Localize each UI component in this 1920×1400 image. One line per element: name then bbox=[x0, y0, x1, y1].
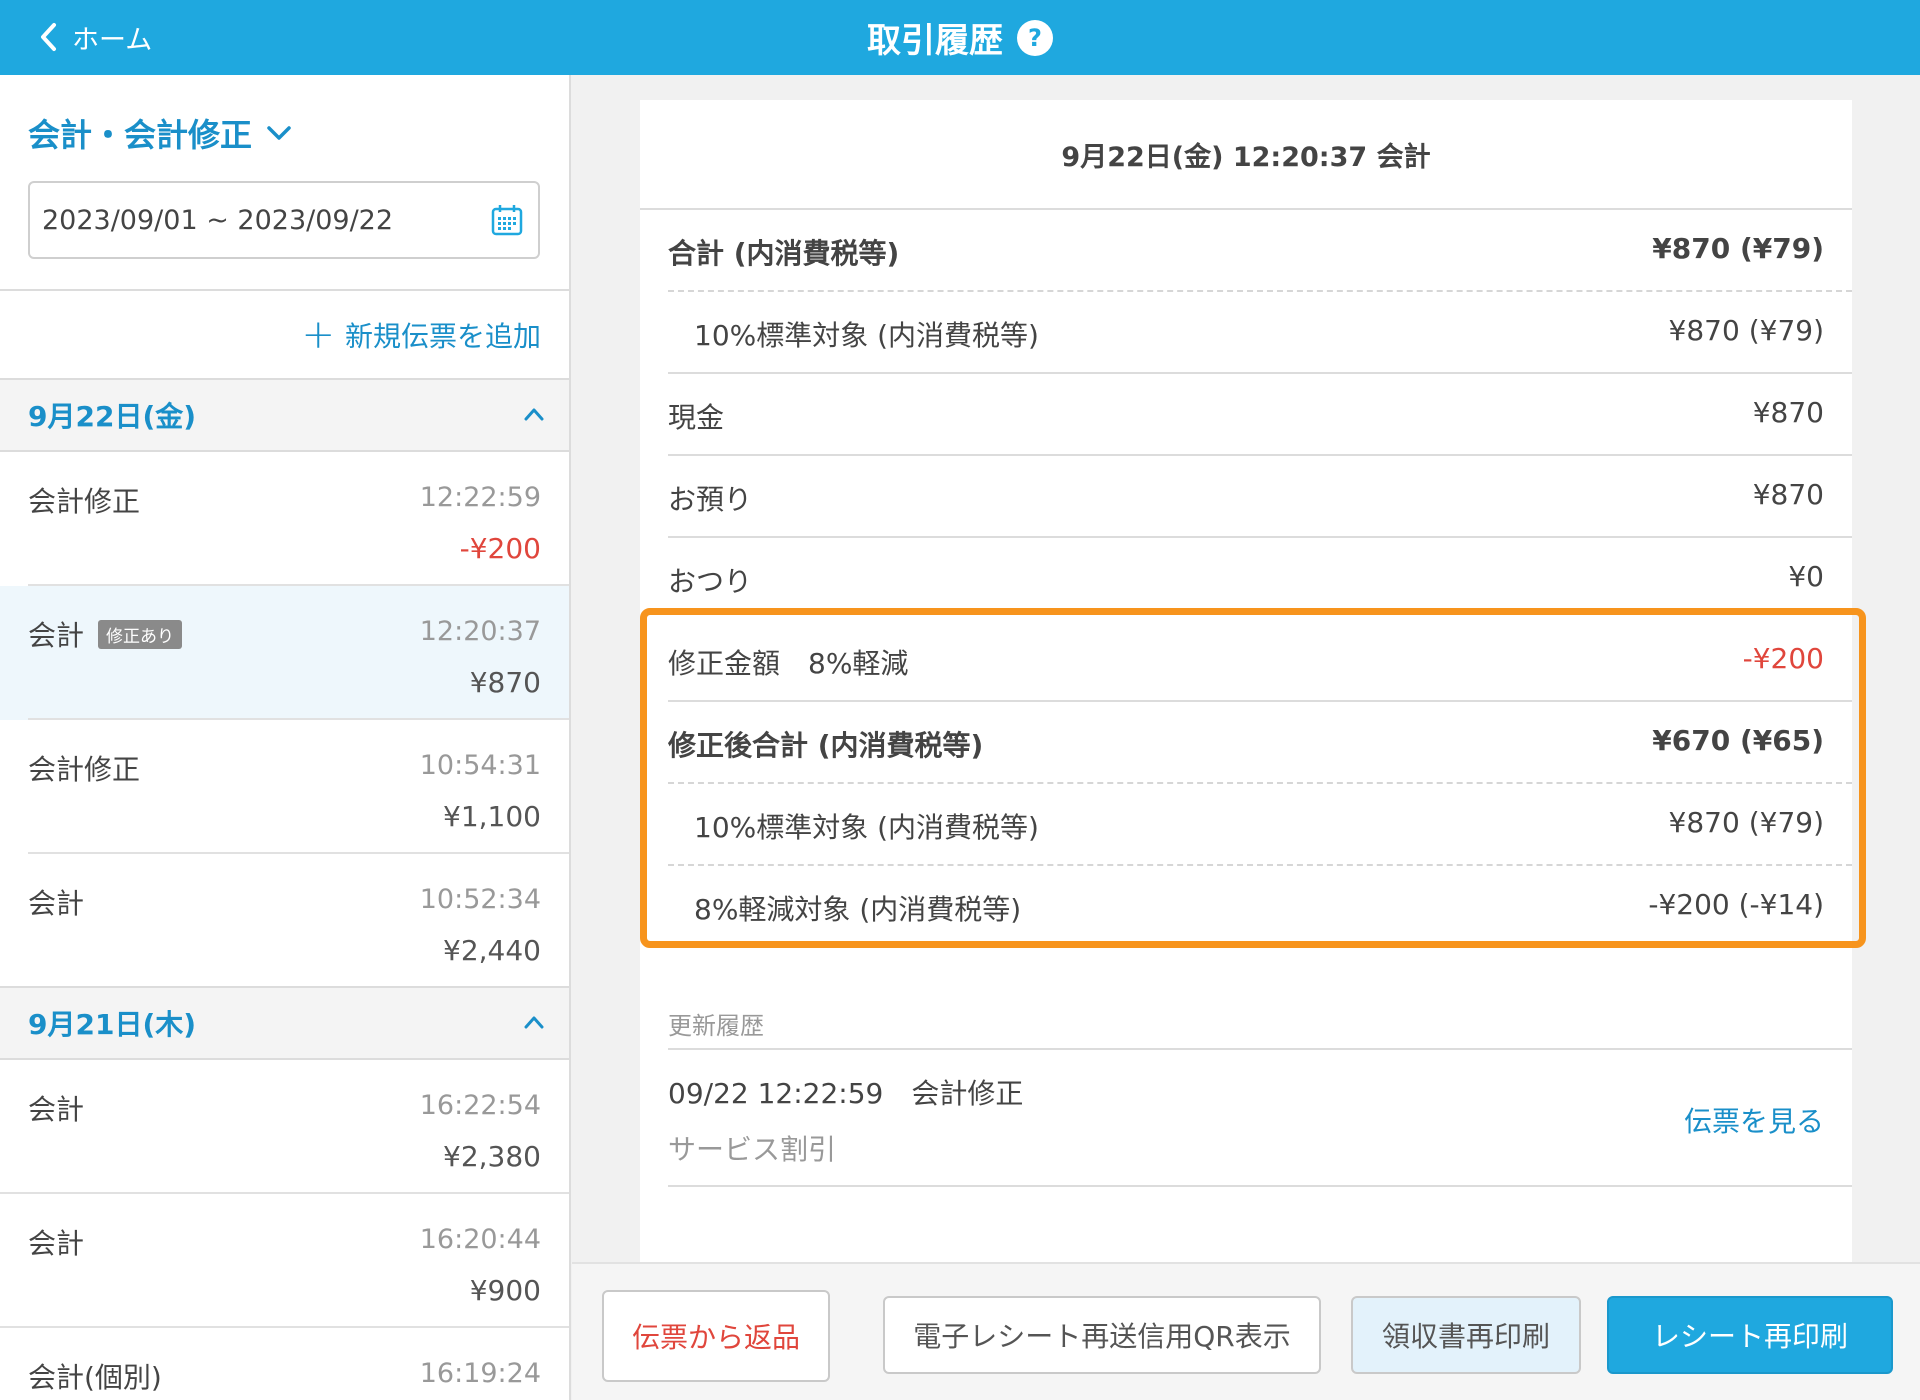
row-value: ¥870 bbox=[1752, 396, 1824, 429]
date-group-header[interactable]: 9月22日(金) bbox=[0, 378, 569, 452]
view-slip-link[interactable]: 伝票を見る bbox=[1684, 1100, 1824, 1140]
history-entry: 09/22 12:22:59 会計修正 bbox=[668, 1077, 1024, 1110]
transaction-row[interactable]: 会計修正 10:54:31 ¥1,100 bbox=[0, 720, 569, 854]
transaction-time: 16:22:54 bbox=[419, 1090, 541, 1121]
transaction-time: 12:20:37 bbox=[419, 616, 541, 647]
transaction-name-wrap: 会計 bbox=[28, 1088, 84, 1128]
transaction-amount: ¥900 bbox=[469, 1274, 541, 1307]
date-group-label: 9月21日(木) bbox=[28, 1008, 197, 1041]
transaction-name-wrap: 会計 bbox=[28, 882, 84, 922]
received-row: お預り ¥870 bbox=[668, 456, 1852, 538]
row-label: 修正金額 8%軽減 bbox=[668, 647, 909, 680]
chevron-up-icon bbox=[524, 1016, 544, 1029]
page-title-wrap: 取引履歴 ? bbox=[0, 0, 1920, 75]
transaction-amount: -¥200 bbox=[459, 532, 541, 565]
action-bar: 伝票から返品 電子レシート再送信用QR表示 領収書再印刷 レシート再印刷 bbox=[572, 1262, 1920, 1400]
row-value: ¥870 bbox=[1752, 478, 1824, 511]
transaction-type-dropdown[interactable]: 会計・会計修正 bbox=[28, 110, 292, 156]
transaction-row[interactable]: 会計(個別) 16:19:24 bbox=[0, 1328, 569, 1400]
transaction-time: 10:52:34 bbox=[419, 884, 541, 915]
row-label: お預り bbox=[668, 483, 753, 516]
transaction-name-wrap: 会計修正 bbox=[28, 748, 140, 788]
adjusted-tax-8-row: 8%軽減対象 (内消費税等) -¥200 (-¥14) bbox=[668, 866, 1852, 948]
transaction-row-selected[interactable]: 会計 修正あり 12:20:37 ¥870 bbox=[0, 586, 569, 720]
reprint-receipt-button[interactable]: レシート再印刷 bbox=[1607, 1296, 1893, 1374]
row-label: おつり bbox=[668, 565, 753, 598]
transaction-name-wrap: 会計 bbox=[28, 1222, 84, 1262]
date-group-header[interactable]: 9月21日(木) bbox=[0, 986, 569, 1060]
transaction-name: 会計修正 bbox=[28, 753, 141, 786]
history-note: サービス割引 bbox=[668, 1133, 837, 1166]
transaction-row[interactable]: 会計 10:52:34 ¥2,440 bbox=[0, 854, 569, 988]
row-label: 合計 (内消費税等) bbox=[668, 237, 900, 270]
row-value: -¥200 (-¥14) bbox=[1648, 888, 1824, 921]
adjustment-row: 修正金額 8%軽減 -¥200 bbox=[668, 620, 1852, 702]
change-row: おつり ¥0 bbox=[668, 538, 1852, 620]
modified-badge: 修正あり bbox=[98, 619, 183, 649]
row-value: ¥870 (¥79) bbox=[1652, 232, 1824, 265]
add-slip-label: 新規伝票を追加 bbox=[344, 320, 541, 353]
row-label: 現金 bbox=[668, 401, 725, 434]
transaction-detail-card: 9月22日(金) 12:20:37 会計 合計 (内消費税等) ¥870 (¥7… bbox=[640, 100, 1866, 1270]
transaction-name: 会計 bbox=[28, 1093, 85, 1126]
return-from-slip-button[interactable]: 伝票から返品 bbox=[602, 1290, 830, 1382]
chevron-up-icon bbox=[524, 408, 544, 421]
tax-10-row: 10%標準対象 (内消費税等) ¥870 (¥79) bbox=[668, 292, 1852, 374]
app-header: ホーム 取引履歴 ? bbox=[0, 0, 1920, 75]
add-slip-button[interactable]: + 新規伝票を追加 bbox=[301, 315, 541, 355]
transaction-time: 12:22:59 bbox=[419, 482, 541, 513]
row-value: -¥200 bbox=[1742, 642, 1824, 675]
row-label: 修正後合計 (内消費税等) bbox=[668, 729, 984, 762]
chevron-down-icon bbox=[267, 126, 291, 140]
transaction-name: 会計 bbox=[28, 619, 85, 652]
transaction-name-wrap: 会計修正 bbox=[28, 480, 140, 520]
transaction-amount: ¥1,100 bbox=[443, 800, 541, 833]
divider bbox=[668, 1185, 1852, 1187]
total-row: 合計 (内消費税等) ¥870 (¥79) bbox=[668, 210, 1852, 292]
date-range-value: 2023/09/01 ~ 2023/09/22 bbox=[42, 204, 394, 236]
transaction-amount: ¥2,440 bbox=[443, 934, 541, 967]
detail-heading: 9月22日(金) 12:20:37 会計 bbox=[640, 100, 1852, 210]
row-label: 10%標準対象 (内消費税等) bbox=[694, 319, 1039, 352]
row-label: 10%標準対象 (内消費税等) bbox=[694, 811, 1039, 844]
page-title: 取引履歴 bbox=[867, 21, 1003, 61]
adjusted-tax-10-row: 10%標準対象 (内消費税等) ¥870 (¥79) bbox=[668, 784, 1852, 866]
row-label: 8%軽減対象 (内消費税等) bbox=[694, 893, 1022, 926]
plus-icon: + bbox=[301, 312, 335, 358]
show-qr-button[interactable]: 電子レシート再送信用QR表示 bbox=[883, 1296, 1321, 1374]
transaction-row[interactable]: 会計修正 12:22:59 -¥200 bbox=[0, 452, 569, 586]
help-icon[interactable]: ? bbox=[1017, 19, 1053, 56]
transaction-name-wrap: 会計 修正あり bbox=[28, 614, 183, 654]
row-value: ¥0 bbox=[1788, 560, 1824, 593]
transaction-name: 会計 bbox=[28, 1227, 85, 1260]
reprint-invoice-button[interactable]: 領収書再印刷 bbox=[1351, 1296, 1581, 1374]
divider bbox=[0, 289, 569, 291]
row-value: ¥870 (¥79) bbox=[1668, 314, 1824, 347]
transaction-name: 会計 bbox=[28, 887, 85, 920]
filter-label: 会計・会計修正 bbox=[28, 116, 253, 154]
adjusted-total-row: 修正後合計 (内消費税等) ¥670 (¥65) bbox=[668, 702, 1852, 784]
date-range-field[interactable]: 2023/09/01 ~ 2023/09/22 bbox=[28, 181, 540, 259]
transaction-name-wrap: 会計(個別) bbox=[28, 1356, 162, 1396]
date-group-label: 9月22日(金) bbox=[28, 400, 197, 433]
transaction-row[interactable]: 会計 16:20:44 ¥900 bbox=[0, 1194, 569, 1328]
history-title: 更新履歴 bbox=[668, 1012, 764, 1040]
transaction-name: 会計修正 bbox=[28, 485, 141, 518]
transaction-time: 10:54:31 bbox=[419, 750, 541, 781]
row-value: ¥670 (¥65) bbox=[1652, 724, 1824, 757]
cash-row: 現金 ¥870 bbox=[668, 374, 1852, 456]
transaction-amount: ¥870 bbox=[469, 666, 541, 699]
transaction-name: 会計(個別) bbox=[28, 1361, 162, 1394]
calendar-icon[interactable] bbox=[490, 203, 524, 237]
sidebar: 会計・会計修正 2023/09/01 ~ 2023/09/22 + 新規伝票を追… bbox=[0, 75, 571, 1400]
transaction-time: 16:20:44 bbox=[419, 1224, 541, 1255]
transaction-row[interactable]: 会計 16:22:54 ¥2,380 bbox=[0, 1060, 569, 1194]
divider bbox=[668, 1048, 1852, 1050]
transaction-amount: ¥2,380 bbox=[443, 1140, 541, 1173]
row-value: ¥870 (¥79) bbox=[1668, 806, 1824, 839]
transaction-time: 16:19:24 bbox=[419, 1358, 541, 1389]
